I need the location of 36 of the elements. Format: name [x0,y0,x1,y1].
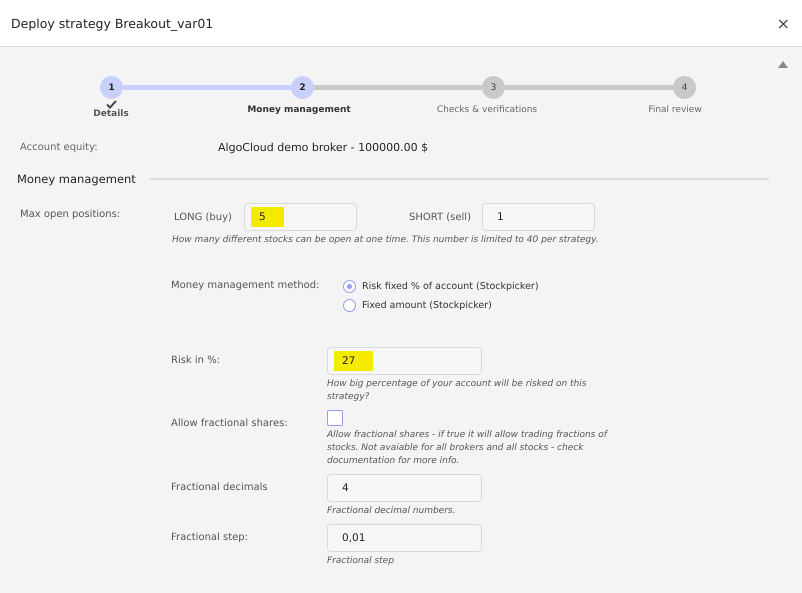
field-label: Allow fractional shares: [171,417,289,431]
input-field[interactable]: 1 [482,203,595,231]
field-label: Fractional decimals [171,481,269,495]
scroll-up-icon[interactable] [778,61,788,68]
checkbox[interactable] [327,410,343,426]
step-circle[interactable]: 1 [100,76,123,99]
hint-text: Allow fractional shares - if true it will allow trading fractions of stocks. Not avaiable for all brokers and all stocks - check documentation for more info. [327,429,609,468]
step-circle[interactable]: 2 [291,76,314,99]
step-label: Money management [247,105,351,115]
field-label: Risk in %: [171,354,222,368]
field-label: Money management method: [171,280,320,293]
step-circle[interactable]: 4 [673,76,696,99]
field-label: Account equity: [20,142,99,153]
field-label: Max open positions: [20,208,122,222]
hint-text: How many different stocks can be open at one time. This number is limited to 40 per strategy. [171,234,600,247]
input-field[interactable]: 5 [244,203,357,231]
window-title: Deploy strategy Breakout_var01 [11,16,214,30]
step-circle[interactable]: 3 [482,76,505,99]
input-field[interactable]: 4 [327,474,482,502]
hint-text: How big percentage of your account will be risked on this strategy? [327,378,588,404]
check-icon [106,100,116,109]
field-label: Fractional step: [171,531,250,545]
step-label: Checks & verifications [436,105,538,115]
field-label: LONG (buy) [174,212,233,222]
step-label: Details [93,109,129,119]
hint-text: Fractional decimal numbers. [327,505,456,518]
close-button[interactable]: × [774,14,792,32]
section-title: Money management [17,172,136,186]
hint-text: Fractional step [327,555,395,568]
radio-option[interactable]: Fixed amount (Stockpicker) [343,299,539,312]
field-label: SHORT (sell) [408,212,472,222]
radio-option[interactable]: Risk fixed % of account (Stockpicker) [343,280,539,293]
input-field[interactable]: 27 [327,347,482,375]
input-field[interactable]: 0,01 [327,524,482,552]
field-value: AlgoCloud demo broker - 100000.00 $ [218,141,428,154]
step-label: Final review [648,105,702,115]
